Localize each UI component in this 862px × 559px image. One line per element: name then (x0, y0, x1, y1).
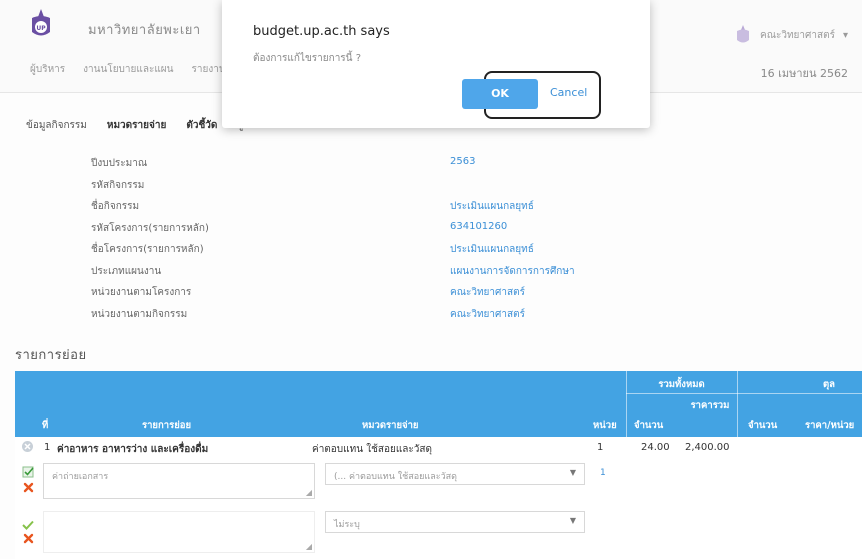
info-label: รหัสกิจกรรม (91, 179, 145, 191)
dialog-title: budget.up.ac.th says (253, 24, 390, 39)
item-description-value: ค่าถ่ายเอกสาร (52, 472, 109, 482)
info-label: รหัสโครงการ(รายการหลัก) (91, 222, 209, 234)
resize-handle-icon[interactable]: ◢ (306, 488, 312, 497)
tab-indicators[interactable]: ตัวชี้วัด (186, 118, 217, 133)
row-category: ค่าตอบแทน ใช้สอยและวัสดุ (312, 444, 432, 455)
table-row[interactable]: 1 ค่าอาหาร อาหารว่าง และเครื่องดื่ม ค่าต… (15, 437, 862, 459)
row-unit: 1 (597, 442, 604, 453)
category-select[interactable]: (... ค่าตอบแทน ใช้สอยและวัสดุ ▼ (325, 463, 585, 485)
header-group-right: ตุล (823, 379, 835, 390)
info-value: แผนงานการจัดการการศึกษา (450, 265, 575, 277)
chevron-down-icon: ▼ (569, 468, 576, 477)
info-row: ชื่อโครงการ(รายการหลัก) ประเมินแผนกลยุทธ์ (0, 242, 862, 264)
info-row: รหัสโครงการ(รายการหลัก) 634101260 (0, 221, 862, 243)
info-label: ปีงบประมาณ (91, 158, 148, 169)
info-label: ชื่อกิจกรรม (91, 201, 140, 212)
activity-info: ปีงบประมาณ 2563 รหัสกิจกรรม ชื่อกิจกรรม ปร… (0, 156, 862, 328)
info-label: หน่วยงานตามกิจกรรม (91, 308, 188, 320)
menu-item-executive[interactable]: ผู้บริหาร (30, 62, 65, 77)
user-menu[interactable]: คณะวิทยาศาสตร์ ▾ (734, 24, 848, 46)
table-row-edit: ค่าถ่ายเอกสาร ◢ (... ค่าตอบแทน ใช้สอยและ… (15, 459, 862, 507)
section-title: รายการย่อย (15, 348, 87, 363)
logo-lettering: UP (36, 25, 46, 32)
university-logo[interactable]: UP (27, 8, 55, 40)
info-value: 634101260 (450, 220, 508, 232)
row-item: ค่าอาหาร อาหารว่าง และเครื่องดื่ม (57, 444, 209, 455)
info-value: 2563 (450, 156, 476, 167)
header-group-total: รวมทั้งหมด (658, 379, 705, 390)
row-total: 2,400.00 (685, 442, 730, 453)
info-row: หน่วยงานตามกิจกรรม คณะวิทยาศาสตร์ (0, 307, 862, 329)
page: UP มหาวิทยาลัยพะเยา ผู้บริหาร งานนโยบายแ… (0, 0, 862, 559)
info-row: รหัสกิจกรรม (0, 178, 862, 200)
item-description-input[interactable]: ค่าถ่ายเอกสาร ◢ (43, 463, 315, 499)
header-unit-price: ราคา/หน่วย (805, 420, 855, 431)
info-value: คณะวิทยาศาสตร์ (450, 308, 525, 320)
edit-unit[interactable]: 1 (600, 468, 606, 478)
info-row: ชื่อกิจกรรม ประเมินแผนกลยุทธ์ (0, 199, 862, 221)
remove-circle-icon[interactable] (21, 440, 34, 456)
header-unit: หน่วย (593, 420, 617, 431)
dialog-message: ต้องการแก้ไขรายการนี้ ? (253, 53, 361, 64)
resize-handle-icon[interactable]: ◢ (306, 542, 312, 551)
delete-icon[interactable] (23, 529, 34, 548)
header-qty2: จำนวน (748, 420, 778, 431)
info-label: ชื่อโครงการ(รายการหลัก) (91, 244, 204, 255)
chevron-down-icon: ▼ (569, 516, 576, 525)
header-category: หมวดรายจ่าย (362, 420, 419, 431)
info-row: ปีงบประมาณ 2563 (0, 156, 862, 178)
current-date: 16 เมษายน 2562 (760, 67, 848, 80)
info-value: ประเมินแผนกลยุทธ์ (450, 244, 534, 255)
delete-icon[interactable] (23, 478, 34, 497)
user-avatar-icon (737, 25, 750, 43)
info-row: หน่วยงานตามโครงการ คณะวิทยาศาสตร์ (0, 285, 862, 307)
new-category-select[interactable]: ไม่ระบุ ▼ (325, 511, 585, 533)
table-header: รวมทั้งหมด ตุล ราคารวม ที่ รายการย่อย หม… (15, 371, 862, 437)
header-item: รายการย่อย (142, 420, 192, 431)
confirm-dialog: budget.up.ac.th says ต้องการแก้ไขรายการน… (222, 0, 650, 128)
sub-items-table: รวมทั้งหมด ตุล ราคารวม ที่ รายการย่อย หม… (15, 371, 862, 559)
chevron-down-icon: ▾ (842, 29, 848, 41)
row-no: 1 (44, 442, 51, 453)
menu-item-policy-planning[interactable]: งานนโยบายและแผน (83, 62, 173, 77)
header-divider (626, 393, 862, 394)
header-total-price: ราคารวม (690, 400, 730, 411)
header-divider (737, 371, 738, 437)
table-row-new: ◢ ไม่ระบุ ▼ (15, 507, 862, 559)
category-select-value: (... ค่าตอบแทน ใช้สอยและวัสดุ (334, 472, 457, 482)
info-value: คณะวิทยาศาสตร์ (450, 287, 525, 298)
cancel-button[interactable]: Cancel (550, 86, 587, 99)
header-no: ที่ (42, 420, 49, 431)
header-qty: จำนวน (634, 420, 664, 431)
info-label: หน่วยงานตามโครงการ (91, 287, 192, 298)
info-value: ประเมินแผนกลยุทธ์ (450, 201, 534, 212)
ok-button[interactable]: OK (462, 79, 538, 109)
new-category-select-value: ไม่ระบุ (334, 520, 360, 530)
info-row: ประเภทแผนงาน แผนงานการจัดการการศึกษา (0, 264, 862, 286)
tab-expense-category[interactable]: หมวดรายจ่าย (107, 118, 166, 133)
site-title[interactable]: มหาวิทยาลัยพะเยา (88, 19, 201, 40)
user-name: คณะวิทยาศาสตร์ (760, 29, 835, 41)
new-item-description-input[interactable]: ◢ (43, 511, 315, 553)
tab-activity-info[interactable]: ข้อมูลกิจกรรม (26, 118, 87, 133)
row-qty: 24.00 (641, 442, 670, 453)
info-label: ประเภทแผนงาน (91, 265, 162, 277)
